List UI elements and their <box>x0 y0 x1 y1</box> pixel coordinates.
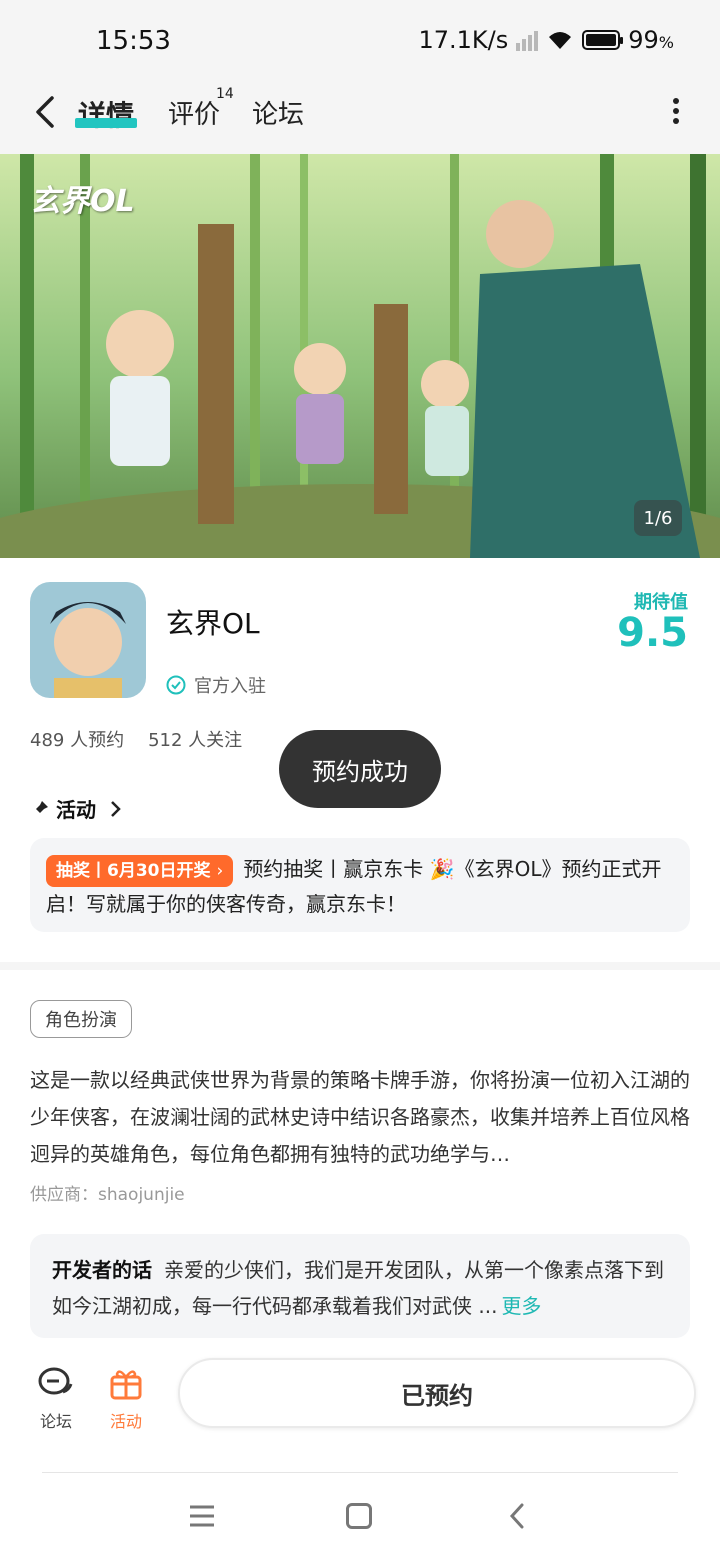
signal-icon <box>516 29 539 51</box>
battery-icon <box>582 30 624 50</box>
section-divider <box>0 962 720 970</box>
official-label: 官方入驻 <box>194 676 266 697</box>
status-indicators: 17.1K/s 99% <box>418 26 674 54</box>
activity-card[interactable]: 抽奖丨6月30日开奖 › 预约抽奖丨赢京东卡 🎉《玄界OL》预约正式开启！写就属于你… <box>30 838 690 932</box>
reserved-button[interactable]: 已预约 <box>178 1358 696 1428</box>
tab-details[interactable]: 详情 <box>78 94 134 134</box>
follower-count: 512 人关注 <box>148 730 243 751</box>
home-icon[interactable] <box>346 1503 372 1529</box>
active-tab-indicator <box>75 118 137 128</box>
status-time: 15:53 <box>96 26 171 56</box>
game-description[interactable]: 这是一款以经典武侠世界为背景的策略卡牌手游，你将扮演一位初入江湖的少年侠客，在波… <box>30 1062 692 1174</box>
lottery-badge: 抽奖丨6月30日开奖 › <box>46 854 234 887</box>
developer-note-title: 开发者的话 <box>52 1258 152 1282</box>
forum-chat-icon <box>38 1367 73 1395</box>
banner-logo: 玄界OL <box>30 184 135 219</box>
recent-apps-icon[interactable] <box>188 1504 216 1528</box>
app-stats: 489 人预约 512 人关注 <box>30 726 242 752</box>
banner-carousel[interactable]: 玄界OL 1/6 <box>0 154 720 558</box>
genre-tag[interactable]: 角色扮演 <box>30 1000 132 1038</box>
app-icon <box>30 582 146 698</box>
reservation-count: 489 人预约 <box>30 730 125 751</box>
tab-forum[interactable]: 论坛 <box>252 94 304 131</box>
pin-icon <box>32 800 48 817</box>
chevron-right-icon <box>111 800 121 817</box>
app-name: 玄界OL <box>166 607 260 640</box>
developer-note-card[interactable]: 开发者的话 亲爱的少侠们，我们是开发团队，从第一个像素点落下到如今江湖初成，每一行… <box>30 1234 690 1338</box>
system-navigation-bar <box>0 1474 720 1560</box>
bottom-activity-button[interactable]: 活动 <box>96 1364 156 1432</box>
reviews-count: 14 <box>216 86 234 102</box>
network-speed: 17.1K/s <box>418 26 509 54</box>
bottom-divider <box>42 1472 678 1473</box>
battery-level: 99% <box>628 26 674 54</box>
more-link[interactable]: 更多 <box>501 1294 541 1318</box>
activity-heading[interactable]: 活动 <box>30 794 122 823</box>
official-badge: 官方入驻 <box>166 672 266 698</box>
bottom-forum-label: 论坛 <box>39 1412 72 1431</box>
supplier-info: 供应商：shaojunjie <box>30 1185 185 1205</box>
banner-page-counter: 1/6 <box>634 500 682 536</box>
tab-reviews[interactable]: 评价 <box>168 94 220 131</box>
bottom-forum-button[interactable]: 论坛 <box>26 1364 86 1432</box>
system-back-icon[interactable] <box>508 1502 526 1530</box>
gift-icon <box>110 1370 142 1400</box>
expectation-value: 9.5 <box>617 610 688 656</box>
wifi-icon <box>549 32 572 49</box>
bottom-action-bar: 论坛 活动 已预约 <box>0 1340 720 1474</box>
bottom-activity-label: 活动 <box>109 1412 142 1431</box>
activity-heading-label: 活动 <box>56 798 96 822</box>
back-arrow-icon[interactable] <box>30 92 60 132</box>
verified-check-icon <box>166 675 186 695</box>
status-bar: 15:53 17.1K/s 99% <box>0 0 720 82</box>
toast-message: 预约成功 <box>279 730 441 808</box>
more-vertical-icon[interactable] <box>672 96 680 126</box>
